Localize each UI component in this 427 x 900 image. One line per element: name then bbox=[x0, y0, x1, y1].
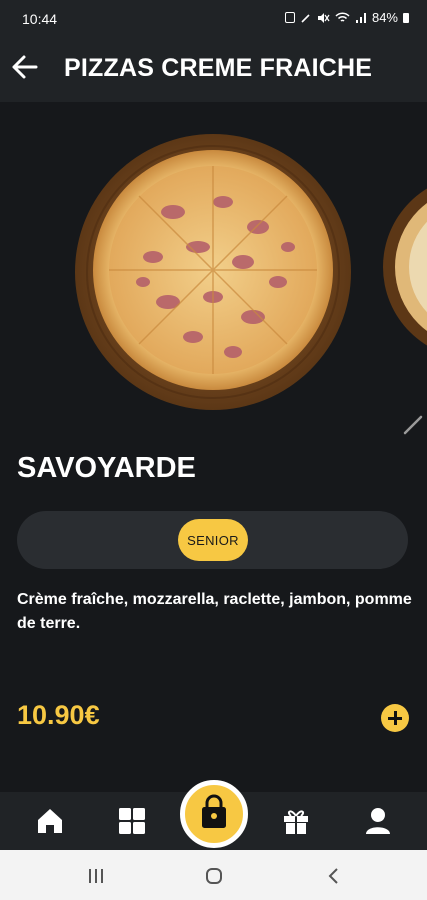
status-icons: 84% bbox=[284, 10, 409, 25]
pencil-icon bbox=[402, 414, 424, 436]
status-time: 10:44 bbox=[22, 11, 58, 27]
shopping-bag-icon bbox=[202, 794, 226, 828]
product-name: SAVOYARDE bbox=[17, 452, 196, 484]
nav-home[interactable] bbox=[35, 806, 65, 836]
battery-level: 84% bbox=[371, 10, 398, 25]
home-system-button[interactable] bbox=[204, 866, 224, 886]
size-selector: SENIOR bbox=[17, 511, 408, 569]
product-price: 10.90€ bbox=[17, 700, 100, 730]
back-button[interactable] bbox=[8, 50, 42, 84]
nav-profile[interactable] bbox=[363, 806, 393, 836]
add-to-cart-button[interactable] bbox=[381, 704, 409, 732]
wifi-icon bbox=[335, 11, 350, 22]
home-icon bbox=[38, 809, 62, 833]
pen-icon bbox=[301, 13, 310, 23]
app-header: PIZZAS CREME FRAICHE bbox=[0, 36, 427, 102]
size-chip-senior[interactable]: SENIOR bbox=[178, 519, 248, 561]
recent-apps-button[interactable] bbox=[86, 866, 106, 886]
product-detail: SAVOYARDE SENIOR Crème fraîche, mozzarel… bbox=[0, 102, 427, 792]
recent-apps-icon bbox=[89, 869, 103, 883]
next-pizza-image[interactable] bbox=[380, 172, 427, 362]
back-system-button[interactable] bbox=[324, 866, 344, 886]
home-circle-icon bbox=[206, 868, 222, 884]
page-title: PIZZAS CREME FRAICHE bbox=[64, 54, 373, 82]
signal-icon bbox=[355, 12, 366, 23]
nav-rewards[interactable] bbox=[281, 806, 311, 836]
grid-icon bbox=[119, 808, 145, 834]
user-icon bbox=[366, 808, 390, 834]
chevron-left-icon bbox=[328, 868, 338, 884]
nav-categories[interactable] bbox=[117, 806, 147, 836]
arrow-left-icon bbox=[12, 55, 38, 79]
mute-icon bbox=[317, 12, 330, 23]
nav-cart-button[interactable] bbox=[180, 780, 248, 848]
pizza-image bbox=[73, 132, 353, 412]
system-nav-bar bbox=[0, 850, 427, 900]
product-description: Crème fraîche, mozzarella, raclette, jam… bbox=[17, 591, 412, 632]
notification-icon bbox=[284, 12, 295, 23]
gift-icon bbox=[284, 810, 308, 834]
status-bar: 10:44 84% bbox=[0, 0, 427, 36]
battery-icon bbox=[403, 12, 409, 23]
